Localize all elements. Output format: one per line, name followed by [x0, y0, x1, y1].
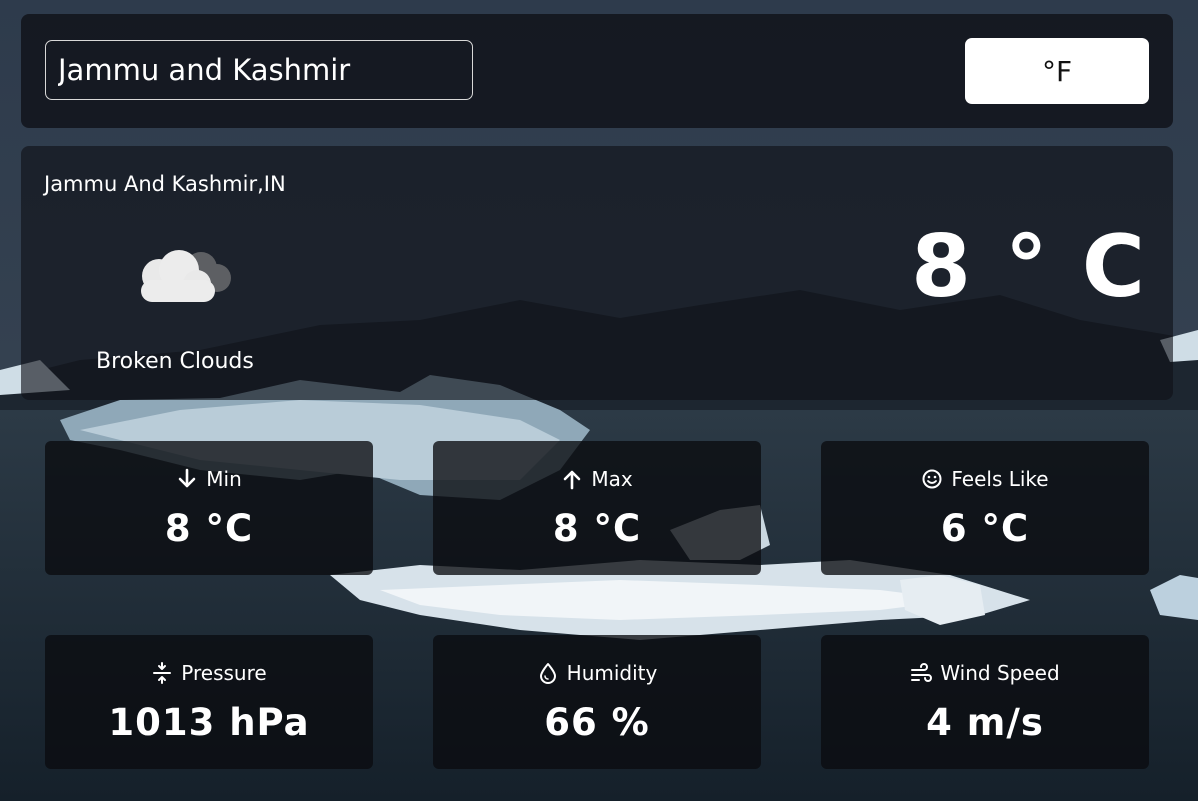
- location-label: Jammu And Kashmir,IN: [44, 172, 286, 196]
- stat-value: 4 m/s: [926, 701, 1044, 744]
- city-search-input[interactable]: [45, 40, 473, 100]
- stat-card-humidity: Humidity 66 %: [433, 635, 761, 769]
- stat-value: 1013 hPa: [108, 701, 310, 744]
- stat-value: 6 °C: [940, 507, 1030, 550]
- arrow-down-icon: [178, 468, 196, 488]
- stat-value: 8 °C: [552, 507, 642, 550]
- current-weather-panel: Jammu And Kashmir,IN Broken Clouds 8 ° C: [21, 146, 1173, 400]
- stat-label: Wind Speed: [940, 661, 1060, 685]
- wind-icon: [911, 663, 933, 682]
- stat-label: Pressure: [181, 661, 267, 685]
- stat-card-wind-speed: Wind Speed 4 m/s: [821, 635, 1149, 769]
- stat-card-pressure: Pressure 1013 hPa: [45, 635, 373, 769]
- stat-label: Feels Like: [951, 467, 1049, 491]
- stat-label: Humidity: [566, 661, 658, 685]
- stat-card-max: Max 8 °C: [433, 441, 761, 575]
- stat-label: Min: [206, 467, 242, 491]
- broken-clouds-icon: [141, 250, 231, 302]
- stat-value: 8 °C: [164, 507, 254, 550]
- droplet-icon: [539, 663, 556, 684]
- current-temperature: 8 ° C: [911, 217, 1147, 317]
- weather-condition: Broken Clouds: [96, 349, 254, 374]
- stat-value: 66 %: [544, 701, 650, 744]
- pressure-icon: [153, 662, 172, 684]
- search-bar-panel: °F: [21, 14, 1173, 128]
- arrow-up-icon: [564, 470, 581, 490]
- smiley-icon: [922, 469, 942, 489]
- stat-card-feels-like: Feels Like 6 °C: [821, 441, 1149, 575]
- stat-label: Max: [591, 467, 633, 491]
- stat-card-min: Min 8 °C: [45, 441, 373, 575]
- unit-toggle-button[interactable]: °F: [965, 38, 1149, 104]
